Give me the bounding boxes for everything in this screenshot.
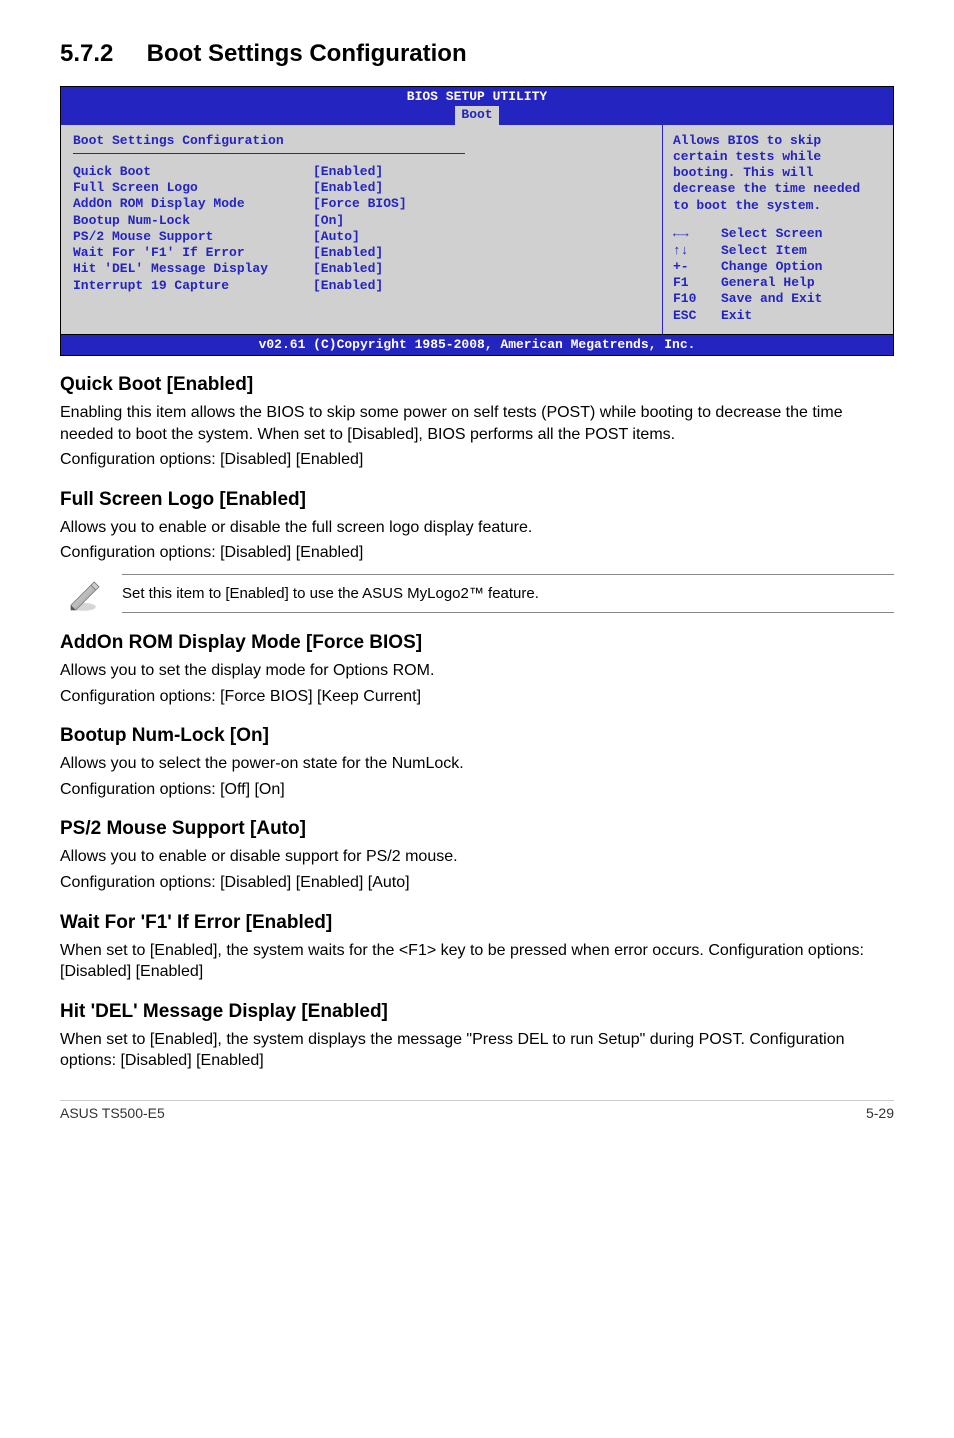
bios-nav-block: ←→ Select Screen ↑↓ Select Item +- Chang… xyxy=(673,226,883,324)
subhead-quick-boot: Quick Boot [Enabled] xyxy=(60,374,894,396)
body-addon-rom: Allows you to set the display mode for O… xyxy=(60,660,894,682)
subhead-hit-del: Hit 'DEL' Message Display [Enabled] xyxy=(60,1001,894,1023)
bios-row-label: PS/2 Mouse Support xyxy=(73,229,313,245)
footer-right: 5-29 xyxy=(866,1105,894,1121)
subhead-wait-f1: Wait For 'F1' If Error [Enabled] xyxy=(60,912,894,934)
bios-row: Bootup Num-Lock [On] xyxy=(73,213,650,229)
bios-nav-line: F10 Save and Exit xyxy=(673,291,883,307)
bios-row-value: [Force BIOS] xyxy=(313,196,407,212)
bios-nav-label: Exit xyxy=(721,308,752,324)
bios-nav-key: ↑↓ xyxy=(673,243,721,259)
bios-nav-line: ESC Exit xyxy=(673,308,883,324)
bios-nav-label: Save and Exit xyxy=(721,291,822,307)
bios-row-value: [Enabled] xyxy=(313,164,383,180)
bios-row-value: [Enabled] xyxy=(313,180,383,196)
note-row: Set this item to [Enabled] to use the AS… xyxy=(60,574,894,614)
body-bootup-numlock: Allows you to select the power-on state … xyxy=(60,753,894,775)
bios-row-value: [Enabled] xyxy=(313,261,383,277)
bios-nav-key: ESC xyxy=(673,308,721,324)
bios-nav-label: Change Option xyxy=(721,259,822,275)
config-quick-boot: Configuration options: [Disabled] [Enabl… xyxy=(60,449,894,471)
bios-row-label: Bootup Num-Lock xyxy=(73,213,313,229)
bios-row-value: [On] xyxy=(313,213,344,229)
bios-nav-label: General Help xyxy=(721,275,815,291)
bios-nav-line: ↑↓ Select Item xyxy=(673,243,883,259)
bios-footer: v02.61 (C)Copyright 1985-2008, American … xyxy=(61,334,893,355)
bios-nav-line: +- Change Option xyxy=(673,259,883,275)
bios-row: Hit 'DEL' Message Display [Enabled] xyxy=(73,261,650,277)
bios-row: Interrupt 19 Capture [Enabled] xyxy=(73,278,650,294)
bios-row: Full Screen Logo [Enabled] xyxy=(73,180,650,196)
section-number: 5.7.2 xyxy=(60,40,140,68)
bios-utility-title: BIOS SETUP UTILITY xyxy=(61,89,893,105)
bios-right-panel: Allows BIOS to skip certain tests while … xyxy=(663,125,893,334)
bios-nav-line: ←→ Select Screen xyxy=(673,226,883,242)
config-ps2-mouse: Configuration options: [Disabled] [Enabl… xyxy=(60,872,894,894)
bios-row-value: [Enabled] xyxy=(313,278,383,294)
bios-row: AddOn ROM Display Mode [Force BIOS] xyxy=(73,196,650,212)
bios-nav-key: ←→ xyxy=(673,226,721,242)
bios-row-label: Interrupt 19 Capture xyxy=(73,278,313,294)
bios-row-value: [Auto] xyxy=(313,229,360,245)
subhead-full-screen-logo: Full Screen Logo [Enabled] xyxy=(60,489,894,511)
subhead-ps2-mouse: PS/2 Mouse Support [Auto] xyxy=(60,818,894,840)
footer-left: ASUS TS500-E5 xyxy=(60,1105,165,1121)
body-wait-f1: When set to [Enabled], the system waits … xyxy=(60,940,894,983)
body-full-screen-logo: Allows you to enable or disable the full… xyxy=(60,517,894,539)
bios-row: PS/2 Mouse Support [Auto] xyxy=(73,229,650,245)
bios-left-panel: Boot Settings Configuration Quick Boot [… xyxy=(61,125,663,334)
bios-help-text: Allows BIOS to skip certain tests while … xyxy=(673,133,883,214)
bios-row: Wait For 'F1' If Error [Enabled] xyxy=(73,245,650,261)
config-full-screen-logo: Configuration options: [Disabled] [Enabl… xyxy=(60,542,894,564)
bios-nav-label: Select Screen xyxy=(721,226,822,242)
bios-header: BIOS SETUP UTILITY Boot xyxy=(61,87,893,124)
bios-nav-key: F10 xyxy=(673,291,721,307)
section-title: 5.7.2 Boot Settings Configuration xyxy=(60,40,894,68)
body-quick-boot: Enabling this item allows the BIOS to sk… xyxy=(60,402,894,445)
bios-row-label: Quick Boot xyxy=(73,164,313,180)
bios-panel-title: Boot Settings Configuration xyxy=(73,133,650,149)
bios-row-label: AddOn ROM Display Mode xyxy=(73,196,313,212)
note-text: Set this item to [Enabled] to use the AS… xyxy=(122,574,894,613)
bios-nav-key: F1 xyxy=(673,275,721,291)
bios-tab-boot: Boot xyxy=(455,106,498,124)
bios-nav-key: +- xyxy=(673,259,721,275)
bios-row: Quick Boot [Enabled] xyxy=(73,164,650,180)
bios-row-value: [Enabled] xyxy=(313,245,383,261)
config-addon-rom: Configuration options: [Force BIOS] [Kee… xyxy=(60,686,894,708)
bios-setup-screenshot: BIOS SETUP UTILITY Boot Boot Settings Co… xyxy=(60,86,894,356)
body-hit-del: When set to [Enabled], the system displa… xyxy=(60,1029,894,1072)
pencil-icon xyxy=(60,574,106,614)
subhead-addon-rom: AddOn ROM Display Mode [Force BIOS] xyxy=(60,632,894,654)
bios-nav-line: F1 General Help xyxy=(673,275,883,291)
bios-row-label: Hit 'DEL' Message Display xyxy=(73,261,313,277)
subhead-bootup-numlock: Bootup Num-Lock [On] xyxy=(60,725,894,747)
config-bootup-numlock: Configuration options: [Off] [On] xyxy=(60,779,894,801)
page-footer: ASUS TS500-E5 5-29 xyxy=(60,1100,894,1121)
section-title-text: Boot Settings Configuration xyxy=(147,40,467,67)
bios-nav-label: Select Item xyxy=(721,243,807,259)
bios-row-label: Wait For 'F1' If Error xyxy=(73,245,313,261)
body-ps2-mouse: Allows you to enable or disable support … xyxy=(60,846,894,868)
bios-row-label: Full Screen Logo xyxy=(73,180,313,196)
